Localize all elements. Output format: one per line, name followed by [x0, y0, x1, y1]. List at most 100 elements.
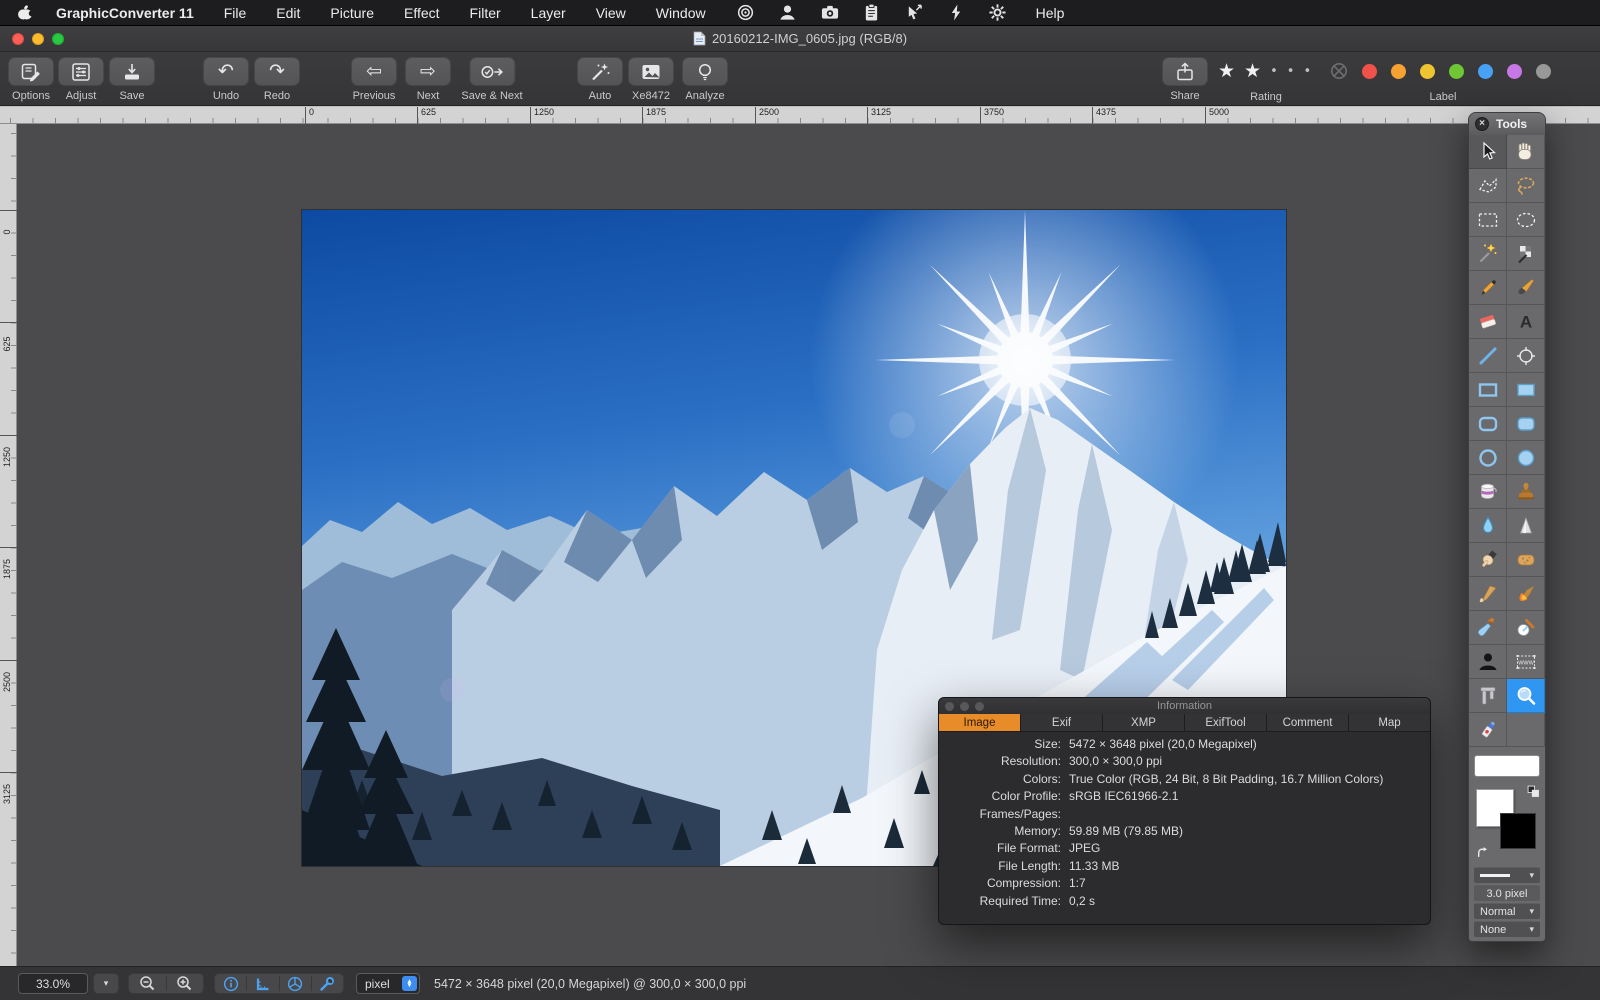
tool-magic-wand[interactable] [1469, 237, 1507, 271]
star-filled-icon[interactable]: ★ [1218, 60, 1235, 82]
menu-app[interactable]: GraphicConverter 11 [56, 5, 194, 21]
swap-colors-icon[interactable] [1476, 846, 1489, 859]
cursor-share-menu-icon[interactable] [904, 3, 924, 23]
zoom-in-button[interactable] [167, 975, 204, 992]
label-red-dot[interactable] [1362, 64, 1377, 79]
tool-color-picker[interactable] [1507, 611, 1545, 645]
tab-image[interactable]: Image [939, 714, 1021, 731]
pattern-swatch[interactable] [1474, 755, 1540, 777]
star-empty-icon[interactable]: • [1270, 64, 1278, 79]
next-button[interactable]: ⇨ Next [405, 57, 451, 102]
tool-dodge[interactable] [1469, 577, 1507, 611]
tool-blur[interactable] [1469, 509, 1507, 543]
apple-menu[interactable] [14, 3, 34, 23]
options-button[interactable]: Options [8, 57, 54, 102]
menu-edit[interactable]: Edit [276, 5, 300, 21]
unit-dropdown[interactable]: pixel ▲▼ [356, 973, 420, 994]
share-button[interactable]: Share [1162, 57, 1208, 102]
zoom-window-button[interactable] [52, 33, 64, 45]
tool-registration[interactable] [1507, 339, 1545, 373]
adjust-button[interactable]: Adjust [58, 57, 104, 102]
minimize-window-button[interactable] [32, 33, 44, 45]
tool-rectangle[interactable] [1469, 373, 1507, 407]
menu-help[interactable]: Help [1036, 5, 1065, 21]
tool-ellipse-select[interactable] [1507, 203, 1545, 237]
clipboard-menu-icon[interactable] [862, 3, 882, 23]
camera-menu-icon[interactable] [820, 3, 840, 23]
menu-effect[interactable]: Effect [404, 5, 440, 21]
tool-eyedropper[interactable] [1469, 611, 1507, 645]
mini-colors-icon[interactable] [1527, 785, 1540, 798]
tool-line[interactable] [1469, 339, 1507, 373]
info-panel-button[interactable] [215, 976, 246, 992]
tool-measure[interactable] [1469, 679, 1507, 713]
flash-menu-icon[interactable] [946, 3, 966, 23]
zoom-preset-dropdown[interactable]: ▾ [93, 973, 119, 994]
redo-button[interactable]: ↷ Redo [254, 57, 300, 102]
tool-hand[interactable] [1507, 135, 1545, 169]
blend-mode-dropdown[interactable]: Normal ▾ [1474, 903, 1540, 919]
auto-button[interactable]: Auto [577, 57, 623, 102]
tab-exif[interactable]: Exif [1021, 714, 1103, 731]
menu-filter[interactable]: Filter [470, 5, 501, 21]
tool-watermark[interactable]: WWW [1507, 645, 1545, 679]
menu-picture[interactable]: Picture [330, 5, 374, 21]
previous-button[interactable]: ⇦ Previous [351, 57, 397, 102]
xe8472-button[interactable]: Xe8472 [628, 57, 674, 102]
tool-clone-stamp[interactable] [1507, 475, 1545, 509]
tool-burn[interactable] [1507, 577, 1545, 611]
gear-menu-icon[interactable] [988, 3, 1008, 23]
tool-transparent-wand[interactable] [1507, 237, 1545, 271]
target-menu-icon[interactable] [736, 3, 756, 23]
label-gray-dot[interactable] [1536, 64, 1551, 79]
star-empty-icon[interactable]: • [1287, 64, 1295, 79]
color-panel-button[interactable] [280, 976, 311, 992]
save-and-next-button[interactable]: Save & Next [461, 57, 522, 102]
tool-sponge[interactable] [1507, 543, 1545, 577]
tool-brush[interactable] [1507, 271, 1545, 305]
zoom-level-field[interactable]: 33.0% [18, 973, 88, 994]
tab-xmp[interactable]: XMP [1103, 714, 1185, 731]
tab-exiftool[interactable]: ExifTool [1185, 714, 1267, 731]
label-blue-dot[interactable] [1478, 64, 1493, 79]
rating-control[interactable]: ★ ★ • • • [1218, 60, 1311, 82]
tool-polygon-lasso[interactable] [1469, 169, 1507, 203]
menu-window[interactable]: Window [656, 5, 706, 21]
tool-sharpen[interactable] [1507, 509, 1545, 543]
settings-panel-button[interactable] [312, 976, 343, 992]
zoom-out-button[interactable] [129, 975, 166, 992]
star-empty-icon[interactable]: • [1303, 64, 1311, 79]
analyze-button[interactable]: Analyze [682, 57, 728, 102]
tab-map[interactable]: Map [1349, 714, 1430, 731]
ruler-toggle-button[interactable] [247, 976, 278, 992]
tool-rounded-rectangle-filled[interactable] [1507, 407, 1545, 441]
line-width-selector[interactable]: ▾ [1474, 867, 1540, 883]
user-account-menu-icon[interactable] [778, 3, 798, 23]
close-window-button[interactable] [12, 33, 24, 45]
pattern-dropdown[interactable]: None ▾ [1474, 921, 1540, 937]
label-orange-dot[interactable] [1391, 64, 1406, 79]
tool-rectangle-filled[interactable] [1507, 373, 1545, 407]
tool-ellipse-filled[interactable] [1507, 441, 1545, 475]
label-green-dot[interactable] [1449, 64, 1464, 79]
star-filled-icon[interactable]: ★ [1244, 60, 1261, 82]
tool-retouch[interactable] [1469, 713, 1507, 747]
menu-view[interactable]: View [596, 5, 626, 21]
label-purple-dot[interactable] [1507, 64, 1522, 79]
undo-button[interactable]: ↶ Undo [203, 57, 249, 102]
tool-fill[interactable] [1469, 475, 1507, 509]
label-none-icon[interactable] [1330, 62, 1348, 80]
tool-ellipse[interactable] [1469, 441, 1507, 475]
tool-select[interactable] [1469, 135, 1507, 169]
tool-text[interactable]: A [1507, 305, 1545, 339]
tool-pencil[interactable] [1469, 271, 1507, 305]
tool-eraser[interactable] [1469, 305, 1507, 339]
tab-comment[interactable]: Comment [1267, 714, 1349, 731]
information-title-bar[interactable]: Information [939, 698, 1430, 714]
menu-layer[interactable]: Layer [531, 5, 566, 21]
tool-lasso[interactable] [1507, 169, 1545, 203]
tools-palette-header[interactable]: × Tools [1469, 113, 1545, 135]
tool-zoom[interactable] [1507, 679, 1545, 713]
menu-file[interactable]: File [224, 5, 247, 21]
tool-silhouette[interactable] [1469, 645, 1507, 679]
